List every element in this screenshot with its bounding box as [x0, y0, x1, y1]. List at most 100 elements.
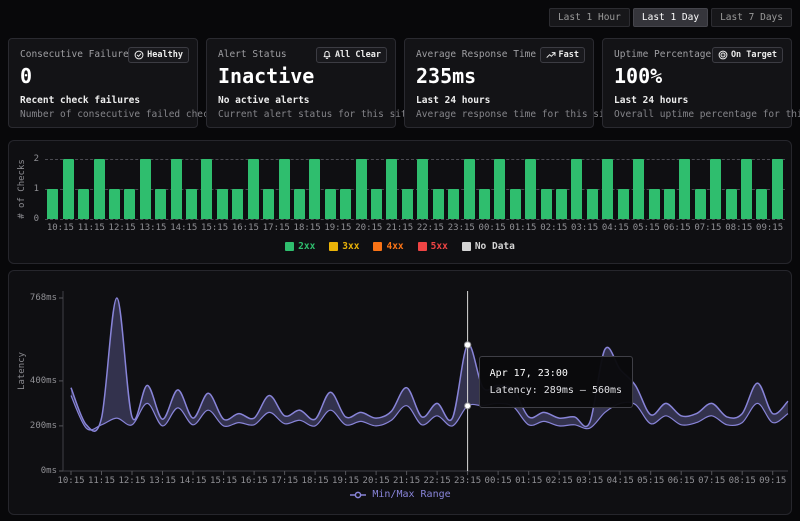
badge-label: All Clear [335, 50, 381, 60]
x-tick-label: 17:15 [263, 223, 290, 233]
x-tick-label: 00:15 [479, 223, 506, 233]
bar-2xx[interactable] [618, 189, 629, 219]
bar-2xx[interactable] [571, 159, 582, 219]
tooltip-date: Apr 17, 23:00 [490, 365, 622, 382]
bar-2xx[interactable] [371, 189, 382, 219]
x-tick-label: 14:15 [179, 476, 206, 486]
x-tick-label: 08:15 [729, 476, 756, 486]
bar-2xx[interactable] [63, 159, 74, 219]
status-badge: On Target [712, 47, 783, 63]
bar-2xx[interactable] [541, 189, 552, 219]
card-value: Inactive [218, 65, 384, 87]
time-range-button-last-1-hour[interactable]: Last 1 Hour [549, 8, 630, 27]
x-tick-label: 02:15 [546, 476, 573, 486]
bar-2xx[interactable] [309, 159, 320, 219]
time-range-button-last-7-days[interactable]: Last 7 Days [711, 8, 792, 27]
legend-item-3xx: 3xx [329, 241, 359, 252]
x-tick-label: 12:15 [109, 223, 136, 233]
bar-2xx[interactable] [679, 159, 690, 219]
bar-2xx[interactable] [510, 189, 521, 219]
status-badge: Fast [540, 47, 585, 63]
bar-2xx[interactable] [155, 189, 166, 219]
bar-2xx[interactable] [109, 189, 120, 219]
y-tick-label: 400ms [13, 376, 57, 386]
x-tick-label: 16:15 [232, 223, 259, 233]
bar-2xx[interactable] [695, 189, 706, 219]
card-value: 0 [20, 65, 186, 87]
card-subtitle: Last 24 hours [614, 95, 688, 106]
bar-2xx[interactable] [402, 189, 413, 219]
bar-2xx[interactable] [140, 159, 151, 219]
x-tick-label: 15:15 [201, 223, 228, 233]
bar-2xx[interactable] [232, 189, 243, 219]
bar-2xx[interactable] [726, 189, 737, 219]
stat-cards-row: Consecutive FailuresHealthy0Recent check… [8, 38, 792, 128]
bar-2xx[interactable] [201, 159, 212, 219]
x-tick-label: 23:15 [448, 223, 475, 233]
x-tick-label: 22:15 [424, 476, 451, 486]
x-tick-label: 12:15 [118, 476, 145, 486]
bar-2xx[interactable] [633, 159, 644, 219]
bar-2xx[interactable] [741, 159, 752, 219]
time-range-button-last-1-day[interactable]: Last 1 Day [633, 8, 708, 27]
bar-2xx[interactable] [602, 159, 613, 219]
bar-2xx[interactable] [556, 189, 567, 219]
x-tick-label: 00:15 [485, 476, 512, 486]
x-tick-label: 08:15 [725, 223, 752, 233]
minmax-range-line-icon [349, 490, 367, 500]
x-tick-label: 02:15 [540, 223, 567, 233]
bar-2xx[interactable] [340, 189, 351, 219]
bar-2xx[interactable] [664, 189, 675, 219]
bar-2xx[interactable] [649, 189, 660, 219]
x-tick-label: 05:15 [637, 476, 664, 486]
checks-x-tick-labels: 10:1511:1512:1513:1514:1515:1516:1517:15… [45, 223, 785, 235]
legend-item-2xx: 2xx [285, 241, 315, 252]
bar-2xx[interactable] [248, 159, 259, 219]
status-badge: Healthy [128, 47, 189, 63]
bar-2xx[interactable] [47, 189, 58, 219]
bar-2xx[interactable] [217, 189, 228, 219]
x-tick-label: 13:15 [139, 223, 166, 233]
bar-2xx[interactable] [294, 189, 305, 219]
bar-2xx[interactable] [94, 159, 105, 219]
bar-2xx[interactable] [448, 189, 459, 219]
bar-2xx[interactable] [356, 159, 367, 219]
legend-swatch [462, 242, 471, 251]
badge-label: Healthy [147, 50, 183, 60]
x-tick-label: 15:15 [210, 476, 237, 486]
bar-2xx[interactable] [279, 159, 290, 219]
stat-card-alert-status: Alert StatusAll ClearInactiveNo active a… [206, 38, 396, 128]
bar-2xx[interactable] [263, 189, 274, 219]
x-tick-label: 11:15 [88, 476, 115, 486]
bar-2xx[interactable] [417, 159, 428, 219]
bar-2xx[interactable] [772, 159, 783, 219]
legend-swatch [373, 242, 382, 251]
bar-2xx[interactable] [386, 159, 397, 219]
bar-2xx[interactable] [186, 189, 197, 219]
stat-card-uptime-percentage: Uptime PercentageOn Target100%Last 24 ho… [602, 38, 792, 128]
x-tick-label: 19:15 [324, 223, 351, 233]
x-tick-label: 18:15 [302, 476, 329, 486]
gridline [45, 219, 785, 220]
checks-bar-chart[interactable] [45, 159, 785, 219]
bar-2xx[interactable] [325, 189, 336, 219]
x-tick-label: 06:15 [668, 476, 695, 486]
status-badge: All Clear [316, 47, 387, 63]
bar-2xx[interactable] [78, 189, 89, 219]
bar-2xx[interactable] [464, 159, 475, 219]
x-tick-label: 14:15 [170, 223, 197, 233]
bar-2xx[interactable] [433, 189, 444, 219]
bar-2xx[interactable] [587, 189, 598, 219]
bar-2xx[interactable] [171, 159, 182, 219]
legend-label: 4xx [386, 241, 403, 252]
bar-2xx[interactable] [525, 159, 536, 219]
bar-2xx[interactable] [710, 159, 721, 219]
y-tick-label: 0ms [13, 466, 57, 476]
bar-2xx[interactable] [494, 159, 505, 219]
legend-label: No Data [475, 241, 515, 252]
chart-tooltip: Apr 17, 23:00 Latency: 289ms — 560ms [479, 356, 633, 408]
x-tick-label: 05:15 [633, 223, 660, 233]
bar-2xx[interactable] [124, 189, 135, 219]
bar-2xx[interactable] [756, 189, 767, 219]
bar-2xx[interactable] [479, 189, 490, 219]
